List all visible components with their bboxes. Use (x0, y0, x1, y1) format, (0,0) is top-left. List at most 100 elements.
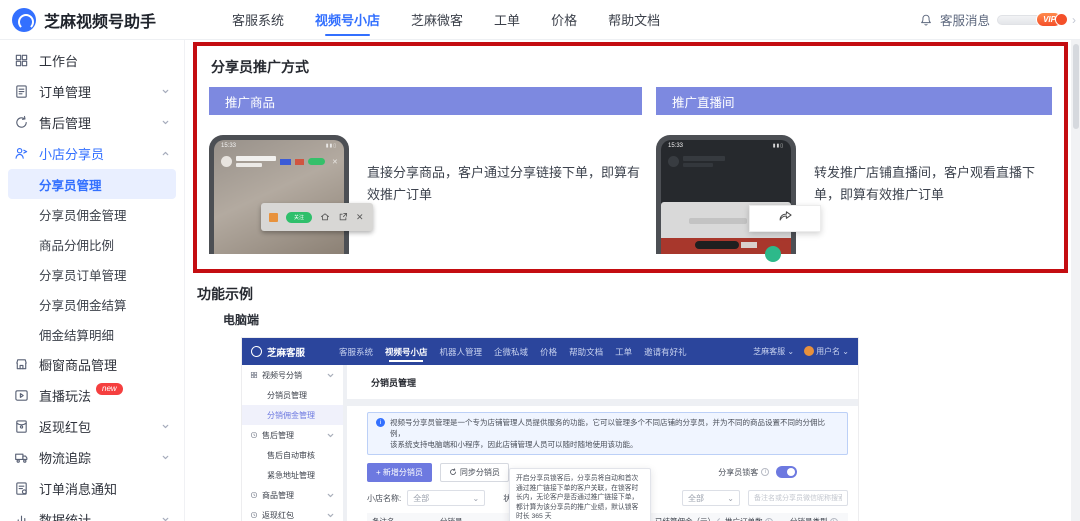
topnav-menu: 客服系统 视频号小店 芝麻微客 工单 价格 帮助文档 (230, 0, 662, 41)
embed-user-menu[interactable]: 用户名 ⌄ (804, 346, 849, 357)
add-distributor-button[interactable]: + 新增分销员 (367, 462, 432, 482)
scrollbar-thumb[interactable] (1072, 44, 1079, 129)
notch (695, 241, 739, 249)
embed-sidebar-item-3[interactable]: 售后管理 (242, 425, 343, 445)
embed-sidebar-item-6[interactable]: 商品管理 (242, 485, 343, 505)
embed-sidebar-item-label: 视频号分销 (262, 370, 302, 380)
sync-distributor-button[interactable]: 同步分销员 (439, 462, 509, 482)
scrollbar[interactable] (1071, 40, 1080, 521)
sidebar-item-10[interactable]: 橱窗商品管理 (0, 349, 184, 380)
sidebar-item-11[interactable]: 直播玩法 new (0, 380, 184, 411)
avatar (804, 346, 815, 356)
embed-nav-item-2[interactable]: 机器人管理 (440, 339, 483, 365)
example-title: 功能示例 (197, 286, 253, 302)
sidebar-item-label: 橱窗商品管理 (39, 358, 118, 373)
sidebar-item-9[interactable]: 佣金结算明细 (0, 319, 184, 349)
info-icon[interactable]: i (761, 468, 770, 476)
sidebar-item-label: 数据统计 (39, 513, 92, 521)
sidebar-item-13[interactable]: 物流追踪 (0, 442, 184, 473)
embed-sidebar-item-label: 售后管理 (262, 430, 294, 440)
embed-nav-item-4[interactable]: 价格 (540, 339, 557, 365)
topnav-item-5[interactable]: 帮助文档 (606, 0, 662, 41)
topnav-item-3[interactable]: 工单 (492, 0, 522, 41)
search-input[interactable] (748, 490, 848, 506)
avatar (221, 156, 232, 167)
signal-wifi-battery-icon: ▮▮▯ (772, 143, 784, 149)
embed-account-menu[interactable]: 芝麻客服 ⌄ (753, 346, 794, 357)
embed-main: 分销员管理 i 视频号分享员管理是一个专为店铺管理人员提供服务的功能，它可以管理… (343, 365, 858, 521)
vip-progress[interactable]: VIP (997, 11, 1068, 27)
embed-sidebar-item-4[interactable]: 售后自动审核 (242, 445, 343, 465)
sidebar: 工作台订单管理 售后管理 小店分享员 分享员管理分享员佣金管理商品分佣比例分享员订单管… (0, 40, 185, 521)
sidebar-item-12[interactable]: 返现红包 (0, 411, 184, 442)
sidebar-item-5[interactable]: 分享员佣金管理 (0, 199, 184, 229)
embed-nav-item-1[interactable]: 视频号小店 (385, 339, 428, 365)
sidebar-item-6[interactable]: 商品分佣比例 (0, 229, 184, 259)
chevron-up-icon (161, 149, 170, 158)
sidebar-item-1[interactable]: 订单管理 (0, 76, 184, 107)
sidebar-item-14[interactable]: 订单消息通知 (0, 473, 184, 504)
topnav-item-2[interactable]: 芝麻微客 (409, 0, 465, 41)
collapse-arrow-icon[interactable]: › (1072, 13, 1076, 27)
share-arrow-popup[interactable] (749, 205, 821, 232)
forward-icon[interactable] (338, 212, 348, 222)
topnav-item-0[interactable]: 客服系统 (230, 0, 286, 41)
tag-chip (295, 158, 304, 165)
embed-nav-item-3[interactable]: 企微私域 (494, 339, 528, 365)
embed-sidebar-item-0[interactable]: 视频号分销 (242, 365, 343, 385)
embed-logo-icon (251, 346, 262, 357)
table-col-header-4: 已结算佣金（元）i (650, 516, 720, 521)
lock-toggle[interactable] (776, 466, 798, 478)
embed-nav-item-0[interactable]: 客服系统 (339, 339, 373, 365)
sidebar-item-15[interactable]: 数据统计 (0, 504, 184, 521)
follow-button[interactable]: 关注 (286, 211, 312, 223)
sidebar-item-label: 工作台 (39, 54, 79, 69)
sidebar-item-label: 分享员佣金管理 (39, 208, 127, 223)
info-icon[interactable]: i (829, 517, 838, 521)
table-col-header-1: 备注名 (367, 516, 435, 521)
status-select[interactable]: 全部 ⌄ (682, 490, 740, 506)
embed-sidebar-item-5[interactable]: 紧急地址管理 (242, 465, 343, 485)
circle-icon (250, 511, 258, 519)
embed-nav-item-6[interactable]: 工单 (615, 339, 632, 365)
sidebar-item-label: 返现红包 (39, 420, 92, 435)
grid-icon (250, 371, 258, 379)
phone-statusbar: 15:33 ▮▮▯ (221, 143, 337, 149)
sidebar-item-0[interactable]: 工作台 (0, 45, 184, 76)
embed-nav-item-5[interactable]: 帮助文档 (569, 339, 603, 365)
bell-icon[interactable] (919, 13, 933, 27)
sidebar-item-label: 分享员订单管理 (39, 268, 127, 283)
sidebar-item-label: 直播玩法 (39, 389, 92, 404)
chevron-down-icon (326, 491, 335, 500)
sidebar-item-4[interactable]: 分享员管理 (8, 169, 176, 199)
chevron-down-icon (326, 371, 335, 380)
embed-nav-item-7[interactable]: 邀请有好礼 (644, 339, 687, 365)
live-avatar (765, 246, 781, 262)
embed-sidebar-item-2[interactable]: 分销佣金管理 (242, 405, 343, 425)
chevron-down-icon (326, 511, 335, 520)
close-icon[interactable]: ✕ (356, 212, 364, 223)
brand[interactable]: 芝麻视频号助手 (0, 7, 196, 32)
sidebar-item-2[interactable]: 售后管理 (0, 107, 184, 138)
message-label[interactable]: 客服消息 (940, 10, 990, 29)
topnav-item-4[interactable]: 价格 (549, 0, 579, 41)
shop-select[interactable]: 全部 ⌄ (407, 490, 486, 506)
sidebar-item-7[interactable]: 分享员订单管理 (0, 259, 184, 289)
promo-desc-live: 转发推广店铺直播间，客户观看直播下单，即算有效推广订单 (814, 165, 1036, 202)
promo-desc-product: 直接分享商品，客户通过分享链接下单，即算有效推广订单 (367, 165, 641, 202)
embed-sidebar-item-7[interactable]: 返现红包 (242, 505, 343, 521)
aftersale-icon (14, 115, 29, 130)
sidebar-item-label: 订单消息通知 (39, 482, 118, 497)
embed-sidebar-item-1[interactable]: 分销员管理 (242, 385, 343, 405)
sidebar-item-label: 物流追踪 (39, 451, 92, 466)
home-icon[interactable] (320, 212, 330, 222)
sidebar-item-3[interactable]: 小店分享员 (0, 138, 184, 169)
topnav-item-1[interactable]: 视频号小店 (313, 0, 382, 41)
table-col-header-5: 推广订单数i (720, 516, 785, 521)
circle-icon (250, 431, 258, 439)
close-icon: ✕ (332, 158, 338, 166)
sidebar-item-8[interactable]: 分享员佣金结算 (0, 289, 184, 319)
notify-icon (14, 481, 29, 496)
info-icon[interactable]: i (764, 517, 773, 521)
embed-brand[interactable]: 芝麻客服 (251, 345, 339, 359)
